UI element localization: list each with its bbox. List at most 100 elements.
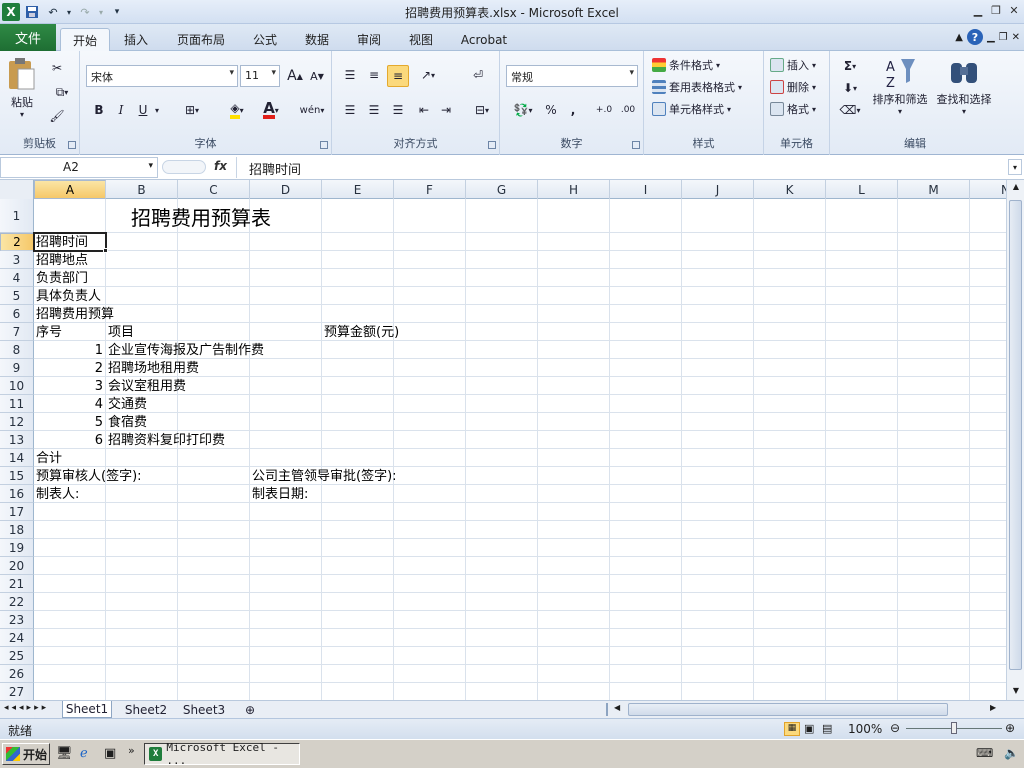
workbook-close-icon[interactable]: ✕: [1012, 32, 1020, 43]
font-color-icon[interactable]: A ▾: [256, 101, 286, 119]
autosum-button[interactable]: Σ ▾: [836, 57, 864, 75]
row-header-17[interactable]: 17: [0, 503, 34, 521]
minimize-icon[interactable]: ▁: [970, 2, 986, 18]
zoom-level[interactable]: 100%: [848, 722, 882, 736]
cell-item-no[interactable]: 3: [36, 378, 103, 396]
format-as-table-button[interactable]: 套用表格格式 ▾: [652, 79, 742, 95]
increase-indent-icon[interactable]: ⇥: [436, 101, 456, 119]
fill-color-icon[interactable]: ◈ ▾: [222, 101, 252, 119]
cell-d15[interactable]: 公司主管领导审批(签字):: [252, 468, 397, 486]
column-header-n[interactable]: N: [970, 180, 1006, 199]
close-icon[interactable]: ✕: [1006, 2, 1022, 18]
phonetic-guide-icon[interactable]: wén ▾: [296, 101, 328, 119]
format-painter-icon[interactable]: 🖌: [48, 107, 66, 125]
scroll-left-icon[interactable]: ◀: [614, 703, 620, 712]
column-header-f[interactable]: F: [394, 180, 466, 199]
sheet-nav-icons[interactable]: ◂◂◂▸▸▸: [4, 703, 49, 713]
column-header-m[interactable]: M: [898, 180, 970, 199]
tab-review[interactable]: 审阅: [348, 28, 390, 51]
expand-formula-bar-icon[interactable]: ▾: [1008, 159, 1022, 175]
workbook-restore-icon[interactable]: ❐: [999, 32, 1008, 43]
cell-item-no[interactable]: 1: [36, 342, 103, 360]
column-header-i[interactable]: I: [610, 180, 682, 199]
cell-e7[interactable]: 预算金额(元): [324, 324, 399, 342]
copy-icon[interactable]: ⧉ ▾: [48, 83, 76, 101]
row-header-26[interactable]: 26: [0, 665, 34, 683]
decrease-decimal-icon[interactable]: .00: [618, 101, 638, 119]
row-header-27[interactable]: 27: [0, 683, 34, 700]
align-middle-icon[interactable]: ≡: [364, 65, 384, 85]
row-header-14[interactable]: 14: [0, 449, 34, 467]
percent-style-button[interactable]: %: [542, 101, 560, 119]
tab-home[interactable]: 开始: [60, 28, 110, 51]
merge-center-icon[interactable]: ⊟ ▾: [468, 101, 496, 119]
row-header-6[interactable]: 6: [0, 305, 34, 323]
sort-filter-button[interactable]: AZ 排序和筛选 ▾: [868, 55, 932, 116]
tab-acrobat[interactable]: Acrobat: [454, 28, 514, 51]
quicklaunch-more-icon[interactable]: »: [128, 744, 135, 757]
scroll-down-icon[interactable]: ▼: [1009, 686, 1023, 698]
minimize-ribbon-icon[interactable]: ▲: [955, 32, 963, 43]
vertical-scrollbar[interactable]: ▲ ▼: [1006, 180, 1024, 700]
cell-a4[interactable]: 负责部门: [36, 270, 88, 288]
tab-data[interactable]: 数据: [296, 28, 338, 51]
row-header-16[interactable]: 16: [0, 485, 34, 503]
row-header-22[interactable]: 22: [0, 593, 34, 611]
row-header-18[interactable]: 18: [0, 521, 34, 539]
cell-styles-button[interactable]: 单元格样式 ▾: [652, 101, 731, 117]
cell-b7[interactable]: 项目: [108, 324, 134, 342]
row-header-12[interactable]: 12: [0, 413, 34, 431]
row-header-3[interactable]: 3: [0, 251, 34, 269]
column-header-k[interactable]: K: [754, 180, 826, 199]
cell-a15[interactable]: 预算审核人(签字):: [36, 468, 142, 486]
cell-a14[interactable]: 合计: [36, 450, 62, 468]
cell-a5[interactable]: 具体负责人: [36, 288, 101, 306]
restore-icon[interactable]: ❐: [988, 2, 1004, 18]
scroll-right-icon[interactable]: ▶: [990, 703, 996, 712]
cell-item-no[interactable]: 2: [36, 360, 103, 378]
worksheet-grid[interactable]: ABCDEFGHIJKLMN 1 2 3 4 5 6 7 8 9 10 11 12 13 14 15 16 17…: [0, 180, 1006, 700]
row-header-10[interactable]: 10: [0, 377, 34, 395]
row-header-13[interactable]: 13: [0, 431, 34, 449]
cell-a3[interactable]: 招聘地点: [36, 252, 88, 270]
media-player-icon[interactable]: ▣: [104, 746, 116, 761]
row-header-19[interactable]: 19: [0, 539, 34, 557]
row-header-21[interactable]: 21: [0, 575, 34, 593]
sheet-tab-2[interactable]: Sheet2: [120, 701, 172, 718]
column-header-h[interactable]: H: [538, 180, 610, 199]
bold-button[interactable]: B: [90, 101, 108, 119]
row-header-9[interactable]: 9: [0, 359, 34, 377]
cell-item-no[interactable]: 6: [36, 432, 103, 450]
insert-sheet-icon[interactable]: ⊕: [238, 701, 262, 718]
find-select-button[interactable]: 查找和选择 ▾: [932, 55, 996, 116]
column-header-j[interactable]: J: [682, 180, 754, 199]
conditional-formatting-button[interactable]: 条件格式 ▾: [652, 57, 720, 73]
zoom-out-icon[interactable]: ⊖: [890, 721, 900, 735]
grow-font-icon[interactable]: A ▲: [286, 67, 304, 85]
cell-item-no[interactable]: 5: [36, 414, 103, 432]
cell-item-name[interactable]: 交通费: [108, 396, 147, 414]
page-break-view-icon[interactable]: ▤: [822, 722, 832, 735]
show-desktop-icon[interactable]: 🖥: [56, 746, 73, 761]
vertical-scroll-thumb[interactable]: [1009, 200, 1022, 670]
currency-format-icon[interactable]: 💱 ▾: [508, 101, 538, 119]
tab-file[interactable]: 文件: [0, 24, 56, 51]
tab-view[interactable]: 视图: [400, 28, 442, 51]
taskbar-excel-item[interactable]: X Microsoft Excel - ...: [144, 741, 300, 767]
name-box[interactable]: A2 ▾: [0, 157, 158, 178]
row-header-4[interactable]: 4: [0, 269, 34, 287]
formula-bar-handle[interactable]: [162, 160, 206, 174]
align-top-icon[interactable]: ☰: [340, 65, 360, 85]
insert-cells-button[interactable]: 插入 ▾: [770, 57, 816, 73]
normal-view-icon[interactable]: ▦: [784, 722, 800, 736]
column-header-a[interactable]: A: [34, 180, 106, 199]
decrease-indent-icon[interactable]: ⇤: [414, 101, 434, 119]
ie-icon[interactable]: ℯ: [80, 746, 88, 761]
format-cells-button[interactable]: 格式 ▾: [770, 101, 816, 117]
align-bottom-icon[interactable]: ≡: [387, 65, 409, 87]
tab-insert[interactable]: 插入: [114, 28, 158, 51]
tab-formulas[interactable]: 公式: [244, 28, 286, 51]
cell-item-name[interactable]: 招聘资料复印打印费: [108, 432, 225, 450]
formula-input[interactable]: 招聘时间: [236, 157, 1006, 178]
cell-item-name[interactable]: 食宿费: [108, 414, 147, 432]
